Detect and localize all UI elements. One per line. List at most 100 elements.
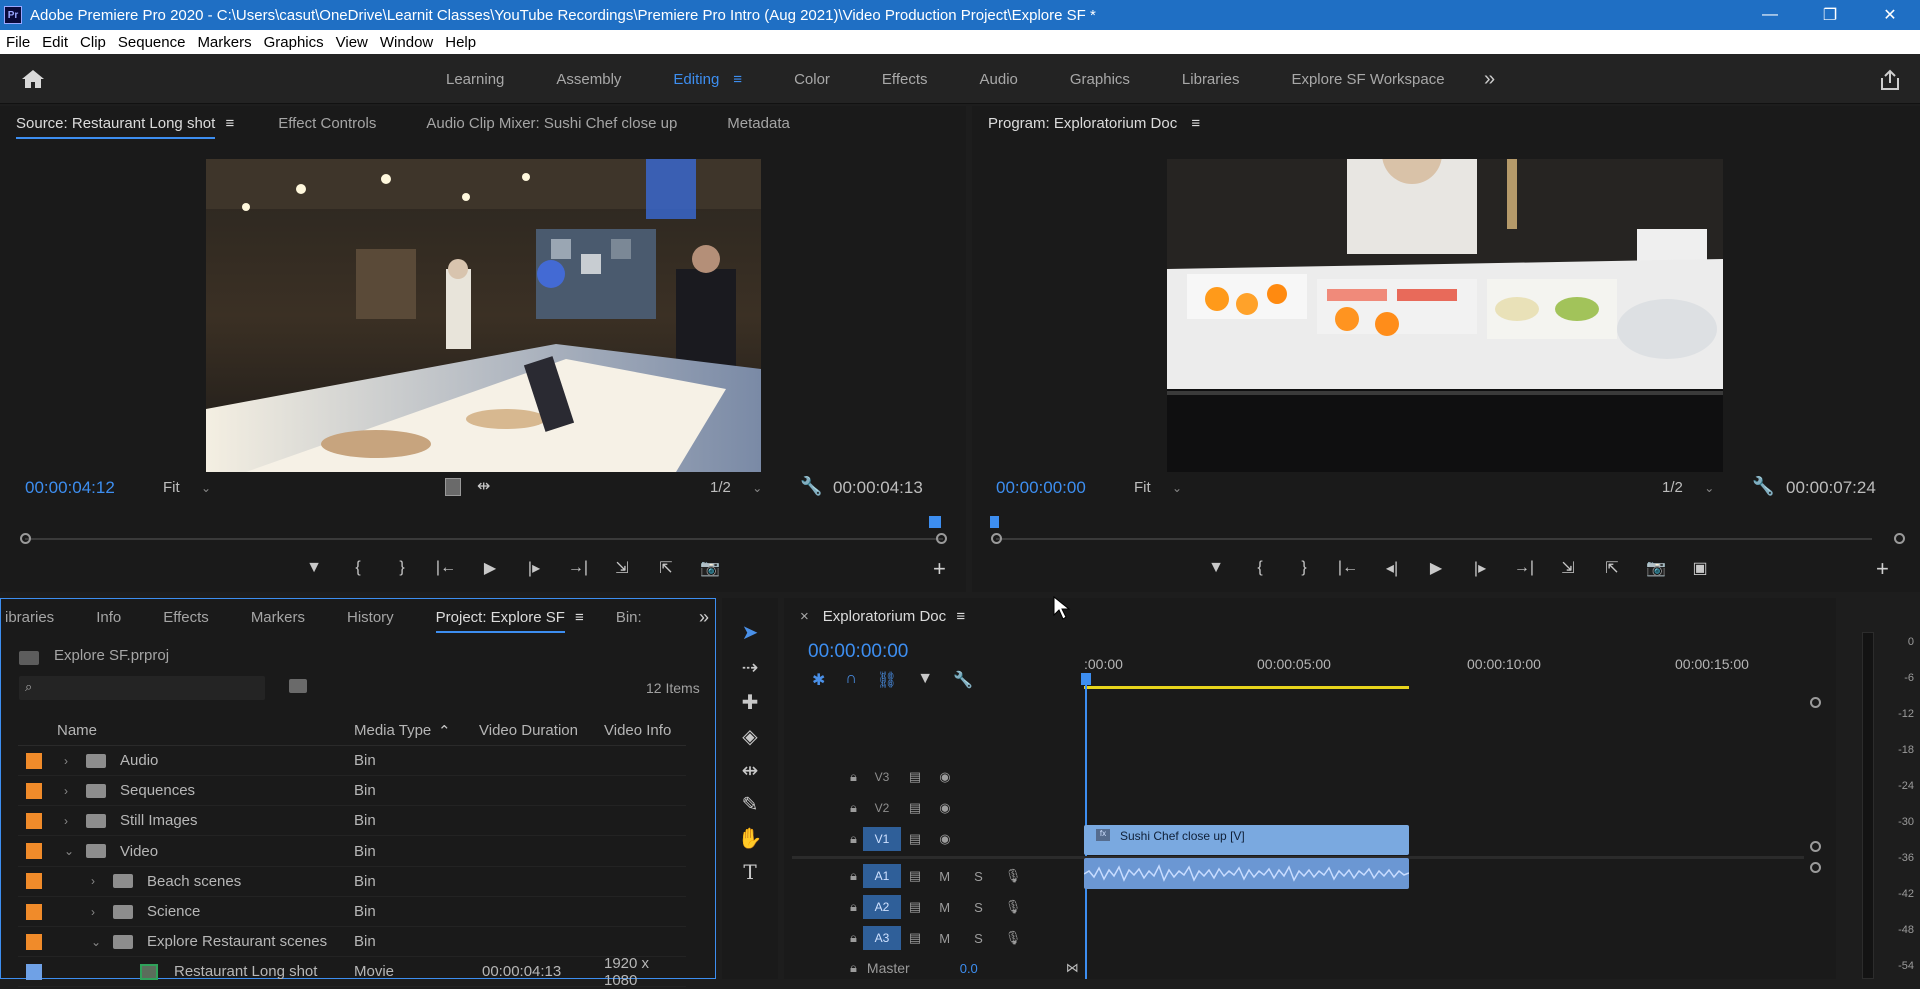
add-marker-icon[interactable]: ▼ xyxy=(917,670,933,690)
track-label-a2[interactable]: A2 xyxy=(862,895,901,919)
selection-tool-icon[interactable]: ➤ xyxy=(736,620,764,648)
nest-toggle-icon[interactable]: ✱ xyxy=(812,670,825,690)
tab-libraries[interactable]: ibraries xyxy=(1,609,70,626)
video-clip-sushi-chef[interactable]: fx Sushi Chef close up [V] xyxy=(1084,825,1409,855)
sync-lock-icon[interactable]: ▤ xyxy=(909,930,921,946)
panel-overflow-icon[interactable]: » xyxy=(699,607,709,628)
zoom-scroll-bottom[interactable] xyxy=(1810,862,1821,873)
program-playhead[interactable] xyxy=(990,516,999,528)
project-list-item[interactable]: › Sequences Bin xyxy=(18,776,686,807)
chevron-right-icon[interactable]: › xyxy=(91,874,95,888)
export-frame-button[interactable]: 📷 xyxy=(688,558,732,578)
tab-project[interactable]: Project: Explore SF ≡ xyxy=(420,608,600,633)
solo-button[interactable]: S xyxy=(974,869,983,884)
mark-out-button[interactable]: } xyxy=(1282,559,1326,577)
sync-lock-icon[interactable]: ▤ xyxy=(909,899,921,915)
workspace-learning[interactable]: Learning xyxy=(420,71,530,88)
work-area-bar[interactable] xyxy=(1084,686,1409,689)
label-color-swatch[interactable] xyxy=(26,873,42,890)
lock-icon[interactable]: 🔒︎ xyxy=(850,960,857,976)
program-video-frame[interactable] xyxy=(1167,159,1723,472)
chevron-down-icon[interactable]: ⌄ xyxy=(91,935,101,949)
close-button[interactable]: ✕ xyxy=(1860,0,1920,30)
tab-menu-icon[interactable]: ≡ xyxy=(956,608,965,625)
label-color-swatch[interactable] xyxy=(26,782,42,799)
tab-audio-clip-mixer[interactable]: Audio Clip Mixer: Sushi Chef close up xyxy=(410,115,693,132)
timeline-timecode[interactable]: 00:00:00:00 xyxy=(808,641,908,663)
column-name[interactable]: Name xyxy=(57,722,97,739)
go-to-in-button[interactable]: |← xyxy=(424,559,468,577)
mark-in-button[interactable]: { xyxy=(336,559,380,577)
add-marker-button[interactable]: ▼ xyxy=(1194,559,1238,577)
zoom-scroll-top[interactable] xyxy=(1810,697,1821,708)
track-label-a1[interactable]: A1 xyxy=(862,864,901,888)
step-forward-button[interactable]: |▸ xyxy=(512,558,556,578)
program-resolution-dropdown[interactable]: 1/2 xyxy=(1662,479,1714,496)
sync-lock-icon[interactable]: ▤ xyxy=(909,800,921,816)
add-marker-button[interactable]: ▼ xyxy=(292,559,336,577)
program-scrubber[interactable] xyxy=(996,538,1872,540)
tab-metadata[interactable]: Metadata xyxy=(711,115,806,132)
mark-in-button[interactable]: { xyxy=(1238,559,1282,577)
play-button[interactable]: ▶ xyxy=(468,558,512,578)
chevron-right-icon[interactable]: › xyxy=(64,754,68,768)
export-frame-button[interactable]: 📷 xyxy=(1634,558,1678,578)
project-list-item[interactable]: Restaurant Long shot Movie 00:00:04:13 1920… xyxy=(18,955,686,989)
label-color-swatch[interactable] xyxy=(26,843,42,860)
source-playhead[interactable] xyxy=(929,516,941,528)
source-scrubber[interactable] xyxy=(25,538,943,540)
program-settings-wrench-icon[interactable]: 🔧 xyxy=(1752,476,1774,497)
sync-lock-icon[interactable]: ▤ xyxy=(909,769,921,785)
razor-tool-icon[interactable]: ◈ xyxy=(736,724,764,752)
workspace-more-icon[interactable]: » xyxy=(1484,68,1495,91)
voiceover-mic-icon[interactable]: 🎙︎ xyxy=(1005,868,1022,884)
workspace-assembly[interactable]: Assembly xyxy=(530,71,647,88)
track-label-v2[interactable]: V2 xyxy=(863,796,901,820)
restore-button[interactable]: ❐ xyxy=(1800,0,1860,30)
type-tool-icon[interactable]: T xyxy=(736,860,764,888)
workspace-audio[interactable]: Audio xyxy=(954,71,1044,88)
tab-menu-icon[interactable]: ≡ xyxy=(575,609,584,626)
menu-help[interactable]: Help xyxy=(439,34,482,51)
solo-button[interactable]: S xyxy=(974,931,983,946)
hand-tool-icon[interactable]: ✋ xyxy=(736,826,764,854)
workspace-libraries[interactable]: Libraries xyxy=(1156,71,1266,88)
linked-selection-icon[interactable]: ⛓ xyxy=(877,670,897,690)
lock-icon[interactable]: 🔒︎ xyxy=(850,831,857,847)
track-label-v3[interactable]: V3 xyxy=(863,765,901,789)
timeline-playhead-handle[interactable] xyxy=(1081,673,1091,685)
label-color-swatch[interactable] xyxy=(26,812,42,829)
sync-lock-icon[interactable]: ▤ xyxy=(909,868,921,884)
slip-tool-icon[interactable]: ⇹ xyxy=(736,758,764,786)
label-color-swatch[interactable] xyxy=(26,933,42,950)
project-list-item[interactable]: › Still Images Bin xyxy=(18,806,686,837)
menu-graphics[interactable]: Graphics xyxy=(258,34,330,51)
track-select-tool-icon[interactable]: ⇢ xyxy=(736,655,764,683)
label-color-swatch[interactable] xyxy=(26,963,42,980)
home-icon[interactable] xyxy=(20,68,46,90)
tab-bin[interactable]: Bin: xyxy=(600,609,658,626)
chevron-right-icon[interactable]: › xyxy=(64,784,68,798)
lock-icon[interactable]: 🔒︎ xyxy=(850,930,857,946)
tab-menu-icon[interactable]: ≡ xyxy=(225,115,234,132)
insert-button[interactable]: ⇲ xyxy=(600,558,644,578)
pen-tool-icon[interactable]: ✎ xyxy=(736,792,764,820)
extract-button[interactable]: ⇱ xyxy=(1590,558,1634,578)
go-to-end-icon[interactable]: ⋈ xyxy=(1066,960,1079,976)
safe-margins-icon[interactable] xyxy=(445,478,461,496)
step-forward-button[interactable]: |▸ xyxy=(1458,558,1502,578)
tab-effects[interactable]: Effects xyxy=(147,609,225,626)
step-back-button[interactable]: ◂| xyxy=(1370,558,1414,578)
track-label-v1[interactable]: V1 xyxy=(862,827,901,851)
audio-clip-sushi-chef[interactable] xyxy=(1084,858,1409,889)
lock-icon[interactable]: 🔒︎ xyxy=(850,868,857,884)
comparison-view-button[interactable]: ▣ xyxy=(1678,558,1722,578)
minimize-button[interactable]: — xyxy=(1740,0,1800,30)
source-timecode-current[interactable]: 00:00:04:12 xyxy=(25,478,115,498)
workspace-editing[interactable]: Editing ≡ xyxy=(647,71,768,88)
new-search-bin-icon[interactable] xyxy=(289,679,307,693)
menu-view[interactable]: View xyxy=(330,34,374,51)
chevron-right-icon[interactable]: › xyxy=(64,814,68,828)
menu-window[interactable]: Window xyxy=(374,34,439,51)
go-to-in-button[interactable]: |← xyxy=(1326,559,1370,577)
